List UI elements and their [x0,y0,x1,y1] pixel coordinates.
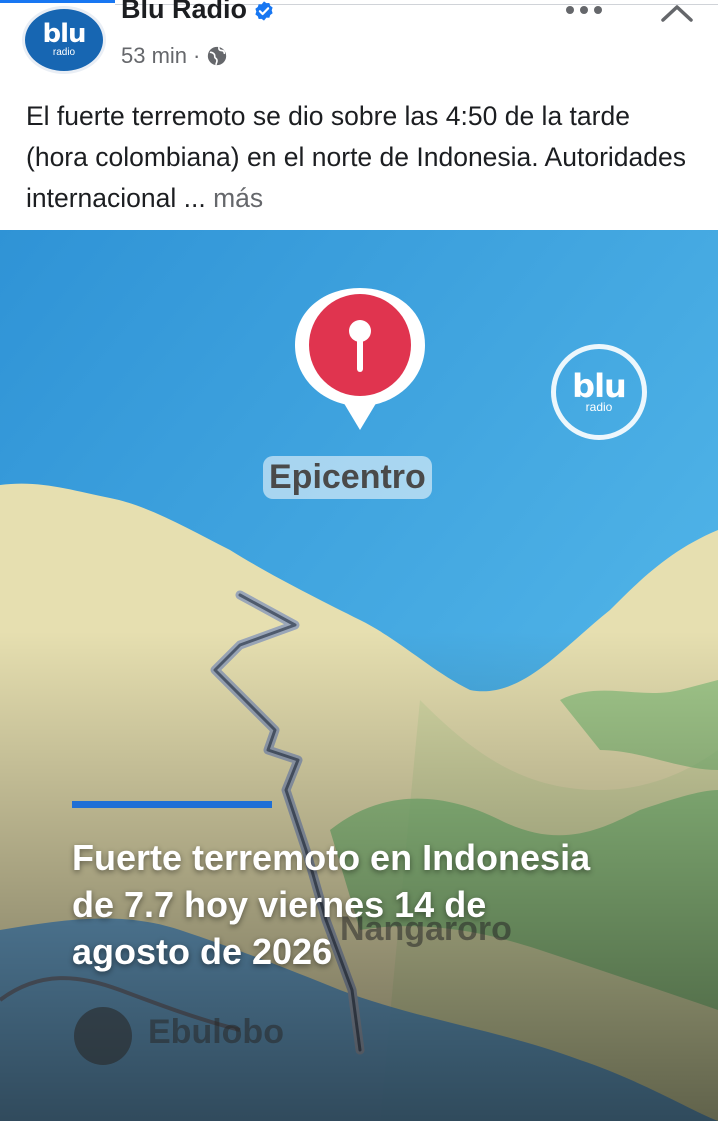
avatar-logo: blu [42,19,86,49]
post-header: blu radio Blu Radio 53 min · [0,0,718,88]
place-label-ebulobo: Ebulobo [148,1013,284,1051]
verified-badge-icon [255,1,273,21]
page-name-link[interactable]: Blu Radio [121,0,275,25]
post-meta: 53 min · [121,43,228,69]
volcano-icon [74,1007,132,1065]
post-body: El fuerte terremoto se dio sobre las 4:5… [26,101,686,213]
more-options-icon[interactable] [566,2,606,18]
post-media[interactable]: Epicentro blu radio Nangaroro Ebulobo Fu… [0,230,718,1121]
close-icon[interactable] [660,0,694,28]
watermark-logo-sub: radio [585,400,613,414]
see-more-link[interactable]: más [213,183,263,213]
watermark-logo: blu [572,367,627,405]
meta-separator: · [193,43,201,68]
avatar-logo-sub: radio [52,47,76,58]
epicentro-label: Epicentro [263,456,432,499]
headline-accent-bar [72,801,272,808]
media-headline: Fuerte terremoto en Indonesia de 7.7 hoy… [72,837,591,972]
blu-radio-watermark: blu radio [551,344,647,440]
post-time[interactable]: 53 min [121,43,187,69]
post-text: El fuerte terremoto se dio sobre las 4:5… [26,96,694,219]
globe-icon[interactable] [206,45,228,67]
avatar[interactable]: blu radio [22,6,106,74]
page-name: Blu Radio [121,0,247,24]
